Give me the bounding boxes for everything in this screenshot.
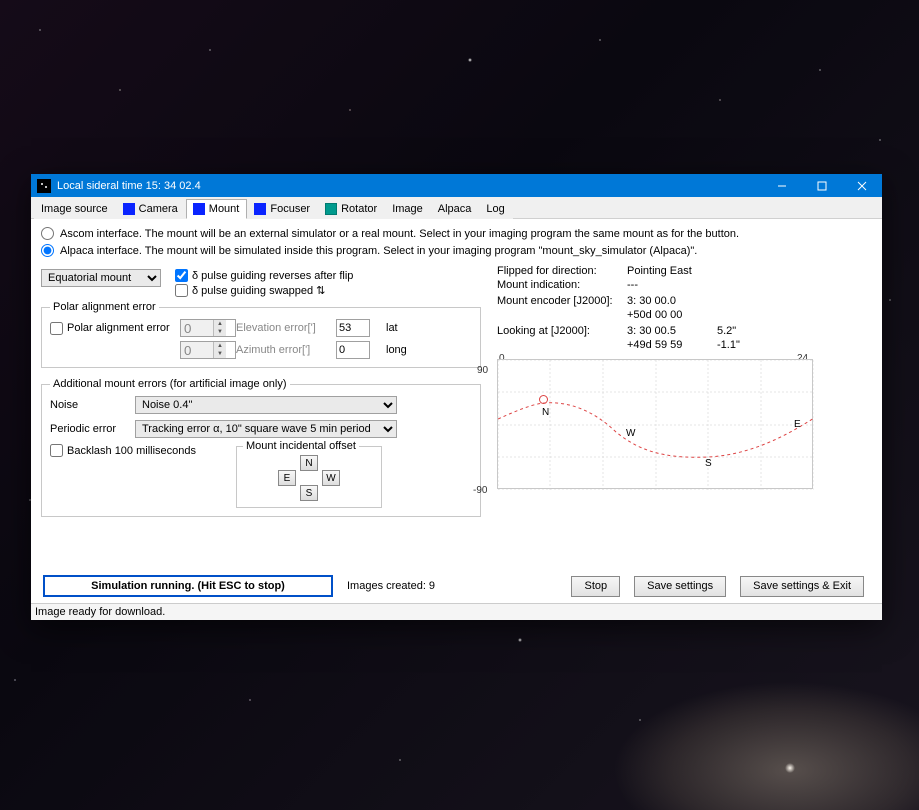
minimize-button[interactable] bbox=[762, 174, 802, 197]
checkbox-pulse-swapped[interactable]: δ pulse guiding swapped ⇅ bbox=[175, 284, 353, 297]
chart-marker-icon bbox=[539, 395, 548, 404]
spin-azimuth[interactable]: ▲▼ bbox=[180, 341, 236, 359]
group-incidental-offset: Mount incidental offset N E W S bbox=[236, 446, 382, 508]
maximize-button[interactable] bbox=[802, 174, 842, 197]
bottom-bar: Simulation running. (Hit ESC to stop) Im… bbox=[41, 571, 872, 599]
checkbox-backlash[interactable]: Backlash 100 milliseconds bbox=[50, 444, 196, 457]
radio-alpaca[interactable]: Alpaca interface. The mount will be simu… bbox=[41, 244, 872, 257]
spinner-arrows-icon[interactable]: ▲▼ bbox=[213, 320, 226, 336]
group-additional-errors: Additional mount errors (for artificial … bbox=[41, 378, 481, 517]
legend-offset: Mount incidental offset bbox=[243, 440, 359, 452]
chart-ytick-n90: -90 bbox=[473, 485, 487, 496]
status-grid: Flipped for direction:Pointing East Moun… bbox=[497, 265, 872, 351]
radio-alpaca-input[interactable] bbox=[41, 244, 54, 257]
tab-image[interactable]: Image bbox=[385, 199, 431, 219]
dpad-s-button[interactable]: S bbox=[300, 485, 318, 501]
save-settings-button[interactable]: Save settings bbox=[634, 576, 726, 597]
legend-errors: Additional mount errors (for artificial … bbox=[50, 378, 290, 390]
label-long: long bbox=[386, 344, 416, 356]
dpad-w-button[interactable]: W bbox=[322, 470, 340, 486]
status-panel: Flipped for direction:Pointing East Moun… bbox=[497, 265, 872, 523]
tab-image-source[interactable]: Image source bbox=[34, 199, 116, 219]
square-icon bbox=[254, 203, 266, 215]
label-azimuth: Azimuth error['] bbox=[236, 344, 336, 356]
spin-elevation[interactable]: ▲▼ bbox=[180, 319, 236, 337]
input-lat[interactable] bbox=[336, 319, 370, 337]
horizon-chart: N W S E bbox=[497, 359, 813, 489]
status-bar: Image ready for download. bbox=[31, 603, 882, 620]
label-elevation: Elevation error['] bbox=[236, 322, 336, 334]
chart-label-w: W bbox=[626, 428, 635, 439]
dpad-n-button[interactable]: N bbox=[300, 455, 318, 471]
save-settings-exit-button[interactable]: Save settings & Exit bbox=[740, 576, 864, 597]
tab-content-mount: Ascom interface. The mount will be an ex… bbox=[31, 219, 882, 603]
stop-button[interactable]: Stop bbox=[571, 576, 620, 597]
legend-polar: Polar alignment error bbox=[50, 301, 159, 313]
tab-camera[interactable]: Camera bbox=[116, 199, 186, 219]
tab-focuser[interactable]: Focuser bbox=[247, 199, 318, 219]
select-periodic[interactable]: Tracking error α, 10" square wave 5 min … bbox=[135, 420, 397, 438]
input-long[interactable] bbox=[336, 341, 370, 359]
group-polar-alignment: Polar alignment error Polar alignment er… bbox=[41, 301, 481, 368]
tab-alpaca[interactable]: Alpaca bbox=[431, 199, 480, 219]
select-noise[interactable]: Noise 0.4" bbox=[135, 396, 397, 414]
label-noise: Noise bbox=[50, 399, 135, 411]
square-icon bbox=[193, 203, 205, 215]
checkbox-polar-error[interactable]: Polar alignment error bbox=[50, 322, 180, 335]
chart-label-e: E bbox=[794, 419, 801, 430]
checkbox-pulse-reverses[interactable]: δ pulse guiding reverses after flip bbox=[175, 269, 353, 282]
label-lat: lat bbox=[386, 322, 416, 334]
chart-label-n: N bbox=[542, 407, 549, 418]
window-title: Local sideral time 15: 34 02.4 bbox=[57, 180, 762, 192]
chart-ytick-90: 90 bbox=[477, 365, 488, 376]
dpad-e-button[interactable]: E bbox=[278, 470, 296, 486]
mount-type-select[interactable]: Equatorial mount bbox=[41, 269, 161, 287]
radio-ascom-input[interactable] bbox=[41, 227, 54, 240]
tab-log[interactable]: Log bbox=[479, 199, 512, 219]
tab-mount[interactable]: Mount bbox=[186, 199, 248, 219]
app-window: Local sideral time 15: 34 02.4 Image sou… bbox=[31, 174, 882, 620]
simulation-status-button[interactable]: Simulation running. (Hit ESC to stop) bbox=[43, 575, 333, 597]
label-periodic: Periodic error bbox=[50, 423, 135, 435]
images-created-label: Images created: 9 bbox=[347, 580, 435, 592]
square-icon bbox=[123, 203, 135, 215]
spinner-arrows-icon[interactable]: ▲▼ bbox=[213, 342, 226, 358]
chart-label-s: S bbox=[705, 458, 712, 469]
square-icon bbox=[325, 203, 337, 215]
close-button[interactable] bbox=[842, 174, 882, 197]
tab-rotator[interactable]: Rotator bbox=[318, 199, 385, 219]
title-bar[interactable]: Local sideral time 15: 34 02.4 bbox=[31, 174, 882, 197]
window-buttons bbox=[762, 174, 882, 197]
radio-ascom[interactable]: Ascom interface. The mount will be an ex… bbox=[41, 227, 872, 240]
tab-bar: Image source Camera Mount Focuser Rotato… bbox=[31, 197, 882, 219]
app-icon bbox=[37, 179, 51, 193]
